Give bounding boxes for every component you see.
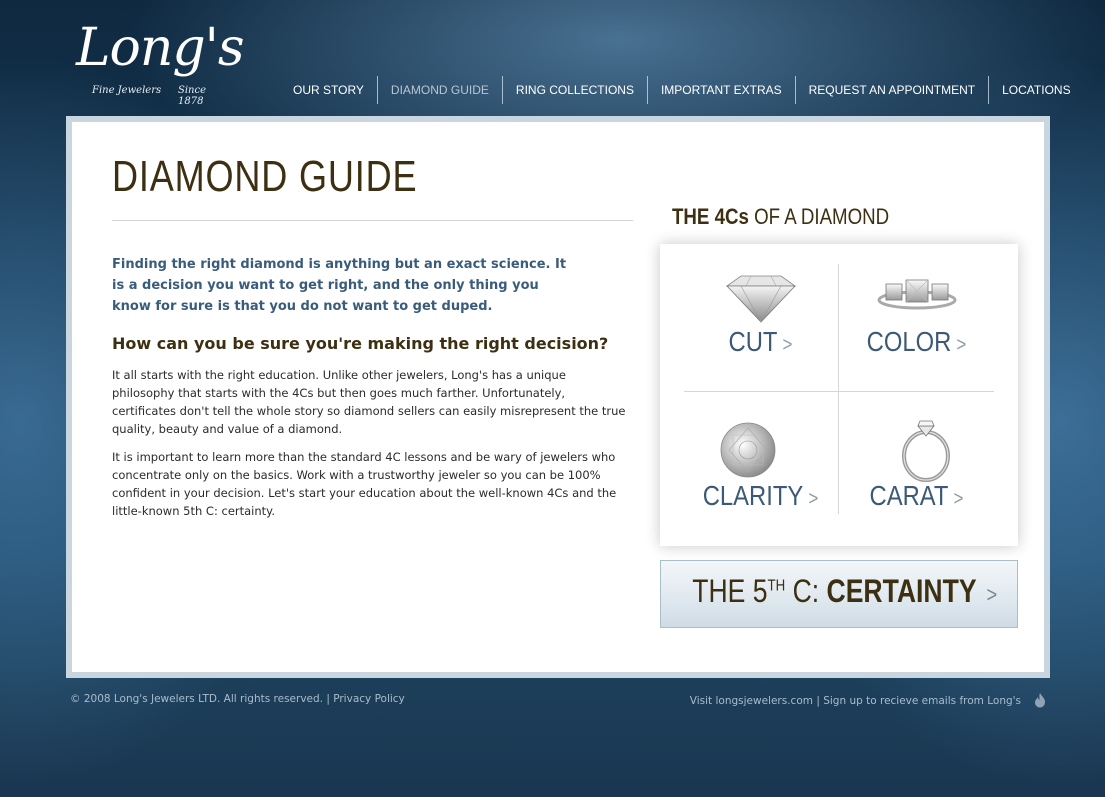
lead-text: Finding the right diamond is anything bu…	[112, 257, 567, 314]
copyright-text: © 2008 Long's Jewelers LTD. All rights r…	[70, 693, 323, 705]
certainty-prefix: THE 5	[692, 573, 768, 609]
title-divider	[112, 220, 633, 221]
content-panel: DIAMOND GUIDE Finding the right diamond …	[66, 116, 1050, 678]
main-nav: OUR STORY DIAMOND GUIDE RING COLLECTIONS…	[280, 76, 1084, 104]
body-paragraph-2: It is important to learn more than the s…	[112, 450, 617, 518]
logo-script: Long's	[76, 18, 245, 78]
nav-ring-collections[interactable]: RING COLLECTIONS	[503, 76, 647, 104]
carat-label: CARAT >	[851, 480, 981, 512]
body-paragraph-1: It all starts with the right education. …	[112, 368, 626, 436]
flame-icon[interactable]	[1033, 692, 1047, 708]
page-title: DIAMOND GUIDE	[112, 152, 418, 201]
nav-request-appointment[interactable]: REQUEST AN APPOINTMENT	[796, 76, 988, 104]
certainty-bold: CERTAINTY	[826, 573, 977, 609]
four-cs-heading: THE 4Cs OF A DIAMOND	[672, 204, 889, 230]
grid-divider-vertical	[838, 264, 839, 514]
chevron-right-icon: >	[953, 488, 964, 510]
four-cs-clarity[interactable]: CLARITY >	[684, 396, 837, 522]
chevron-right-icon: >	[986, 582, 998, 607]
round-diamond-side-icon	[725, 275, 797, 323]
footer-separator: |	[812, 695, 824, 707]
chevron-right-icon: >	[808, 488, 819, 510]
three-stone-ring-icon	[877, 279, 957, 310]
clarity-label: CLARITY >	[695, 480, 825, 512]
footer-left: © 2008 Long's Jewelers LTD. All rights r…	[70, 693, 405, 705]
visit-site-link[interactable]: Visit longsjewelers.com	[690, 695, 813, 707]
color-label-text: COLOR	[866, 326, 952, 357]
four-cs-carat[interactable]: CARAT >	[840, 396, 993, 522]
chevron-right-icon: >	[956, 334, 967, 356]
nav-diamond-guide[interactable]: DIAMOND GUIDE	[378, 76, 502, 104]
certainty-text: THE 5TH C: CERTAINTY >	[692, 573, 997, 610]
email-signup-link[interactable]: Sign up to recieve emails from Long's	[823, 695, 1021, 707]
nav-our-story[interactable]: OUR STORY	[280, 76, 377, 104]
certainty-middle: C:	[785, 573, 827, 609]
footer-right: Visit longsjewelers.com | Sign up to rec…	[690, 695, 1021, 707]
four-cs-cut[interactable]: CUT >	[684, 264, 837, 390]
clarity-label-text: CLARITY	[702, 480, 804, 511]
nav-locations[interactable]: LOCATIONS	[989, 76, 1083, 104]
round-diamond-top-icon	[720, 422, 776, 478]
four-cs-heading-rest: OF A DIAMOND	[748, 204, 890, 229]
section-subhead: How can you be sure you're making the ri…	[112, 334, 609, 353]
cut-label: CUT >	[695, 326, 825, 358]
content-panel-inner: DIAMOND GUIDE Finding the right diamond …	[72, 122, 1044, 672]
solitaire-ring-icon	[902, 420, 950, 482]
nav-important-extras[interactable]: IMPORTANT EXTRAS	[648, 76, 795, 104]
privacy-policy-link[interactable]: Privacy Policy	[333, 693, 405, 705]
certainty-sup: TH	[767, 577, 786, 595]
fifth-c-certainty-button[interactable]: THE 5TH C: CERTAINTY >	[660, 560, 1018, 628]
logo-tagline-right: Since 1878	[178, 85, 207, 107]
chevron-right-icon: >	[782, 334, 793, 356]
cut-label-text: CUT	[728, 326, 778, 357]
grid-divider-horizontal	[684, 391, 994, 392]
footer-separator: |	[323, 693, 334, 705]
logo-tagline-left: Fine Jewelers	[92, 85, 162, 96]
color-label: COLOR >	[851, 326, 981, 358]
four-cs-heading-bold: THE 4Cs	[672, 204, 749, 229]
logo[interactable]: Long's Fine Jewelers Since 1878	[72, 18, 245, 107]
four-cs-color[interactable]: COLOR >	[840, 264, 993, 390]
four-cs-grid: CUT > COLOR > CLARITY > CARAT >	[660, 244, 1018, 546]
carat-label-text: CARAT	[869, 480, 949, 511]
